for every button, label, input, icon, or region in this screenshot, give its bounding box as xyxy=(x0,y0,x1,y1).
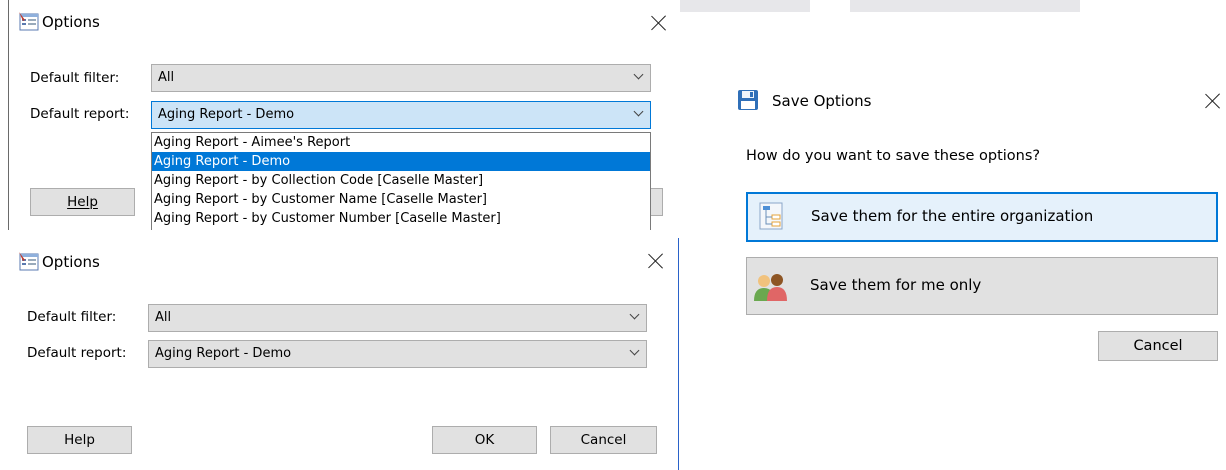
options-dialog: Options Default filter: All Default repo… xyxy=(0,238,680,470)
ok-button[interactable]: OK xyxy=(432,426,537,454)
dropdown-item[interactable]: Aging Report - by Customer Name [Caselle… xyxy=(152,190,650,209)
options-dialog-icon xyxy=(18,12,40,36)
dropdown-item[interactable]: Aging Report - by Customer Number [Casel… xyxy=(152,209,650,228)
window-left-border xyxy=(8,0,9,230)
help-button[interactable]: Help xyxy=(27,426,132,454)
dropdown-item[interactable]: Aging Report - Aimee's Report xyxy=(152,133,650,152)
default-filter-select[interactable]: All xyxy=(148,304,647,332)
chevron-down-icon[interactable] xyxy=(630,349,638,357)
save-options-dialog: Save Options How do you want to save the… xyxy=(690,70,1226,370)
chevron-down-icon[interactable] xyxy=(634,73,642,81)
default-filter-label: Default filter: xyxy=(27,309,117,325)
save-for-organization-button[interactable]: Save them for the entire organization xyxy=(746,192,1218,242)
users-icon xyxy=(752,271,790,307)
help-button[interactable]: Help xyxy=(30,188,135,216)
help-button-label: Help xyxy=(67,194,98,210)
default-filter-value: All xyxy=(155,310,172,325)
default-filter-select[interactable]: All xyxy=(151,64,651,92)
window-right-border xyxy=(678,238,679,470)
default-report-label: Default report: xyxy=(30,106,130,122)
background-band xyxy=(850,0,1080,12)
default-filter-label: Default filter: xyxy=(30,70,120,86)
default-report-value: Aging Report - Demo xyxy=(155,346,292,361)
close-icon[interactable] xyxy=(1204,92,1222,110)
save-prompt: How do you want to save these options? xyxy=(746,148,1041,164)
chevron-down-icon[interactable] xyxy=(630,313,638,321)
organization-chart-icon xyxy=(758,201,788,237)
floppy-disk-icon xyxy=(737,89,759,115)
partially-hidden-button[interactable] xyxy=(651,188,663,216)
save-for-me-only-button[interactable]: Save them for me only xyxy=(746,257,1218,315)
default-filter-value: All xyxy=(158,70,175,85)
dropdown-item-selected[interactable]: Aging Report - Demo xyxy=(152,152,650,171)
close-icon[interactable] xyxy=(647,252,665,270)
default-report-label: Default report: xyxy=(27,345,127,361)
dialog-title: Options xyxy=(42,253,100,271)
save-for-organization-label: Save them for the entire organization xyxy=(811,207,1094,225)
default-report-select[interactable]: Aging Report - Demo xyxy=(151,101,651,129)
close-icon[interactable] xyxy=(650,14,668,32)
chevron-down-icon[interactable] xyxy=(634,110,642,118)
cancel-button[interactable]: Cancel xyxy=(550,426,657,454)
default-report-value: Aging Report - Demo xyxy=(158,107,295,122)
default-report-select[interactable]: Aging Report - Demo xyxy=(148,340,647,368)
dropdown-item[interactable]: Aging Report - by Collection Code [Casel… xyxy=(152,171,650,190)
options-dialog-dropdown-open: Options Default filter: All Default repo… xyxy=(0,0,680,230)
save-for-me-only-label: Save them for me only xyxy=(810,276,982,294)
dialog-title: Save Options xyxy=(772,92,872,110)
dialog-title: Options xyxy=(42,13,100,31)
report-dropdown-list: Aging Report - Aimee's Report Aging Repo… xyxy=(151,132,651,230)
options-dialog-icon xyxy=(18,252,40,276)
cancel-button[interactable]: Cancel xyxy=(1098,331,1218,361)
